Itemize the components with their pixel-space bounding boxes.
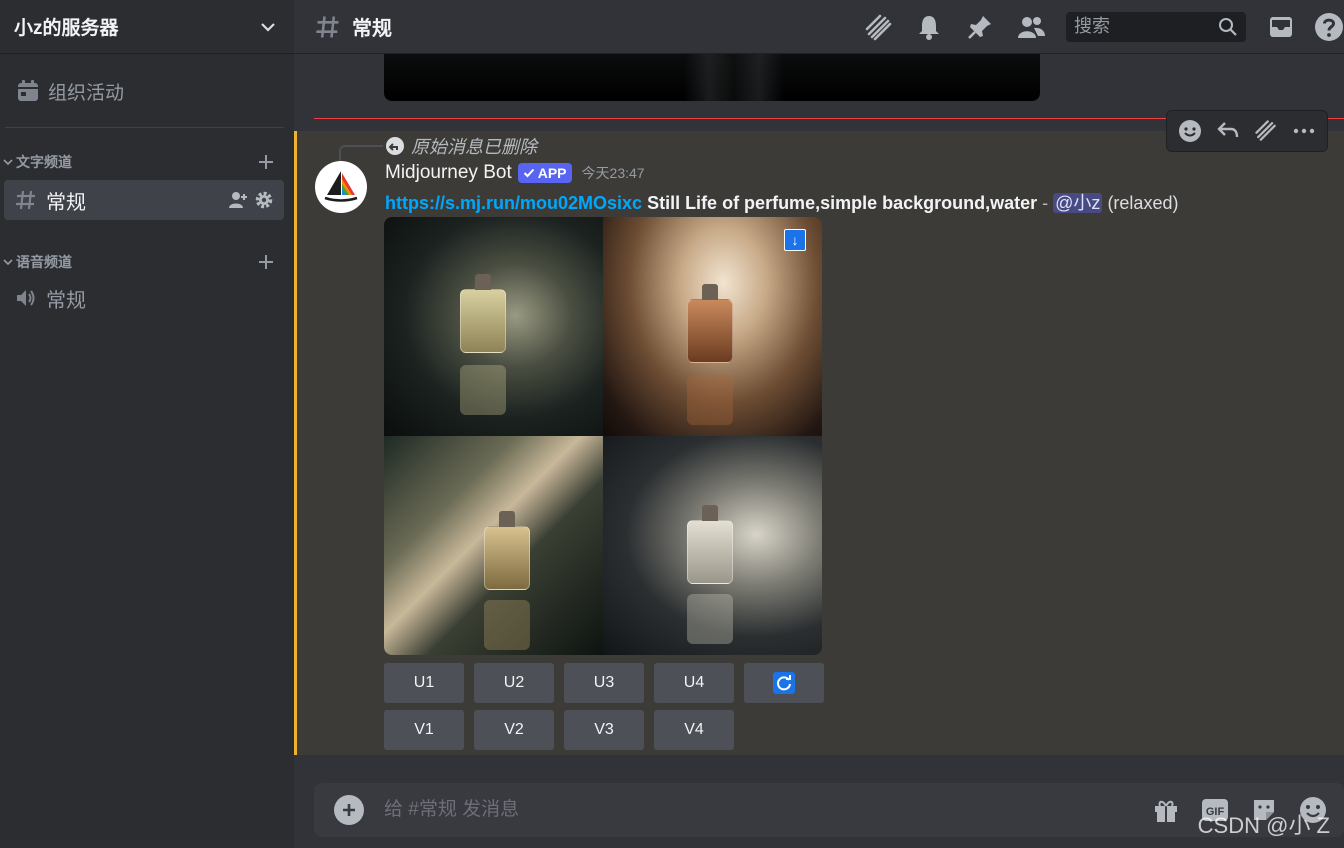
add-attachment-icon[interactable] — [334, 795, 364, 825]
search-input[interactable] — [1074, 16, 1214, 37]
channel-item-general-voice[interactable]: 常规 — [4, 278, 284, 318]
channel-title: 常规 — [352, 18, 392, 40]
reply-arrow-icon — [386, 137, 404, 155]
v4-button[interactable]: V4 — [654, 710, 734, 750]
channel-item-general-text[interactable]: 常规 — [4, 180, 284, 220]
plus-icon[interactable] — [258, 154, 274, 170]
image-tile-4[interactable] — [603, 436, 822, 655]
u4-button[interactable]: U4 — [654, 663, 734, 703]
refresh-icon — [773, 672, 795, 694]
check-icon — [523, 168, 534, 178]
message-content: https://s.mj.run/mou02MOsixc Still Life … — [385, 189, 1178, 215]
hash-icon — [16, 190, 35, 210]
gear-icon[interactable] — [254, 190, 274, 210]
events-item[interactable]: 组织活动 — [8, 68, 286, 114]
hash-icon — [316, 15, 339, 38]
inbox-icon[interactable] — [1266, 12, 1296, 42]
badge-label: APP — [537, 165, 567, 181]
category-name: 语音频道 — [16, 254, 72, 270]
reply-deleted-text: 原始消息已删除 — [411, 137, 537, 157]
calendar-icon — [18, 80, 38, 101]
more-icon[interactable] — [1291, 118, 1317, 144]
author-name[interactable]: Midjourney Bot — [385, 162, 512, 184]
image-tile-2[interactable]: ↓ — [603, 217, 822, 436]
sailboat-logo-icon — [324, 171, 358, 202]
u2-button[interactable]: U2 — [474, 663, 554, 703]
timestamp: 今天23:47 — [581, 165, 645, 181]
members-icon[interactable] — [1016, 12, 1046, 42]
search-icon — [1219, 17, 1237, 36]
download-button[interactable]: ↓ — [784, 229, 806, 251]
reply-icon[interactable] — [1215, 118, 1241, 144]
variation-button-row: V1 V2 V3 V4 — [384, 710, 734, 750]
upscale-button-row: U1 U2 U3 U4 — [384, 663, 824, 703]
v3-button[interactable]: V3 — [564, 710, 644, 750]
message-input[interactable] — [384, 799, 1084, 821]
image-tile-1[interactable] — [384, 217, 603, 436]
reroll-button[interactable] — [744, 663, 824, 703]
help-icon[interactable] — [1314, 12, 1344, 42]
server-name: 小z的服务器 — [14, 18, 119, 39]
watermark: CSDN @小 Z — [1197, 813, 1330, 838]
message-highlighted: 原始消息已删除 Midjourney Bot APP 今天23:47 https… — [294, 131, 1344, 755]
u3-button[interactable]: U3 — [564, 663, 644, 703]
search-box[interactable] — [1066, 11, 1246, 42]
speaker-icon — [17, 290, 35, 306]
prompt-text: Still Life of perfume,simple background,… — [647, 193, 1038, 213]
sidebar-divider — [5, 127, 284, 128]
image-grid[interactable]: ↓ — [384, 217, 822, 655]
user-mention[interactable]: @小z — [1053, 193, 1103, 213]
mode-text: (relaxed) — [1107, 193, 1179, 213]
previous-message-image[interactable] — [384, 54, 1040, 101]
pin-icon[interactable] — [965, 12, 995, 42]
avatar[interactable] — [315, 161, 367, 213]
server-header[interactable]: 小z的服务器 — [0, 0, 294, 54]
chevron-down-icon[interactable] — [258, 17, 278, 37]
channel-name: 常规 — [46, 191, 86, 214]
v2-button[interactable]: V2 — [474, 710, 554, 750]
message-header: Midjourney Bot APP 今天23:47 — [385, 162, 645, 184]
add-reaction-icon[interactable] — [1177, 118, 1203, 144]
category-name: 文字频道 — [16, 154, 72, 170]
chevron-down-icon — [3, 259, 13, 266]
app-badge: APP — [517, 163, 572, 183]
invite-member-icon[interactable] — [228, 190, 248, 210]
events-label: 组织活动 — [48, 82, 125, 104]
category-text-channels[interactable]: 文字频道 — [0, 150, 294, 174]
image-tile-3[interactable] — [384, 436, 603, 655]
image-highlight — [684, 54, 784, 101]
v1-button[interactable]: V1 — [384, 710, 464, 750]
threads-icon[interactable] — [863, 12, 893, 42]
create-thread-icon[interactable] — [1253, 118, 1279, 144]
chevron-down-icon — [3, 159, 13, 166]
reply-connector — [339, 145, 383, 161]
channel-header: 常规 — [294, 0, 1344, 54]
bell-icon[interactable] — [914, 12, 944, 42]
gift-icon[interactable] — [1152, 796, 1180, 824]
separator: - — [1037, 193, 1054, 213]
u1-button[interactable]: U1 — [384, 663, 464, 703]
category-voice-channels[interactable]: 语音频道 — [0, 250, 294, 274]
sidebar: 小z的服务器 组织活动 文字频道 常规 语音频道 常规 — [0, 0, 294, 848]
reply-reference[interactable]: 原始消息已删除 — [385, 133, 537, 159]
message-composer: GIF — [314, 783, 1344, 837]
message-hover-toolbar — [1166, 110, 1328, 152]
channel-name: 常规 — [46, 289, 86, 312]
prompt-link[interactable]: https://s.mj.run/mou02MOsixc — [385, 193, 642, 213]
plus-icon[interactable] — [258, 254, 274, 270]
